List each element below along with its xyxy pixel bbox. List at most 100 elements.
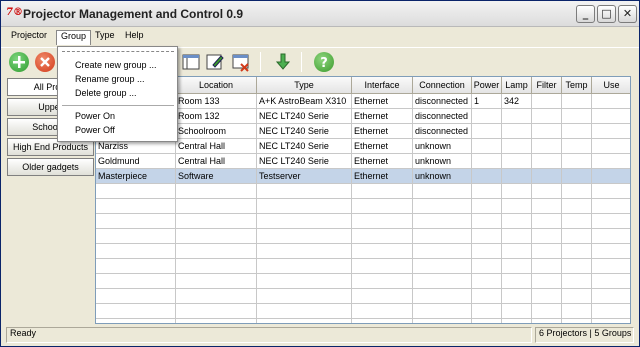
window-icon — [182, 54, 200, 70]
table-cell — [502, 184, 532, 199]
table-cell — [413, 274, 472, 289]
empty-table-row[interactable] — [96, 259, 630, 274]
table-cell — [96, 199, 176, 214]
table-cell — [592, 139, 630, 154]
menu-type[interactable]: Type — [91, 30, 119, 45]
maximize-button[interactable]: □ — [597, 5, 616, 23]
edit-projector-button[interactable] — [205, 52, 225, 72]
title-bar[interactable]: 7® Projector Management and Control 0.9 … — [1, 1, 639, 27]
table-cell: Software — [176, 169, 257, 184]
download-arrow-icon — [275, 53, 291, 70]
menu-item-rename-group[interactable]: Rename group ... — [58, 74, 177, 88]
table-cell — [257, 229, 352, 244]
menu-item-power-off[interactable]: Power Off — [58, 125, 177, 139]
menu-projector[interactable]: Projector — [7, 30, 51, 45]
window-title: Projector Management and Control 0.9 — [23, 7, 244, 21]
empty-table-row[interactable] — [96, 229, 630, 244]
empty-table-row[interactable] — [96, 274, 630, 289]
table-cell — [532, 109, 562, 124]
table-cell — [592, 94, 630, 109]
table-cell — [413, 304, 472, 319]
column-header[interactable]: Connection — [413, 77, 472, 94]
menu-item-power-on[interactable]: Power On — [58, 111, 177, 125]
table-cell — [96, 184, 176, 199]
table-cell — [532, 199, 562, 214]
edit-icon — [206, 54, 224, 70]
menu-group[interactable]: Group — [56, 30, 92, 45]
table-cell — [176, 184, 257, 199]
table-cell — [472, 169, 502, 184]
table-cell — [592, 304, 630, 319]
close-button[interactable]: ✕ — [618, 5, 637, 23]
table-cell — [502, 229, 532, 244]
column-header[interactable]: Temp — [562, 77, 592, 94]
delete-entry-button[interactable] — [231, 52, 251, 72]
column-header[interactable]: Lamp — [502, 77, 532, 94]
vertical-scrollbar[interactable] — [631, 76, 639, 324]
table-cell — [257, 274, 352, 289]
table-cell — [532, 214, 562, 229]
table-cell — [413, 199, 472, 214]
column-header[interactable]: Type — [257, 77, 352, 94]
table-cell — [532, 139, 562, 154]
table-cell — [352, 199, 413, 214]
table-cell — [472, 304, 502, 319]
table-cell — [352, 289, 413, 304]
empty-table-row[interactable] — [96, 244, 630, 259]
table-cell — [472, 109, 502, 124]
table-cell — [176, 259, 257, 274]
tear-off-line[interactable] — [62, 51, 174, 52]
table-cell — [176, 244, 257, 259]
table-cell: Testserver — [257, 169, 352, 184]
empty-table-row[interactable] — [96, 184, 630, 199]
table-cell — [562, 229, 592, 244]
table-cell — [502, 199, 532, 214]
menu-separator — [62, 105, 174, 106]
table-cell — [532, 289, 562, 304]
toolbar-separator — [260, 52, 261, 72]
table-cell — [562, 274, 592, 289]
table-cell: Ethernet — [352, 94, 413, 109]
table-cell — [413, 229, 472, 244]
details-view-button[interactable] — [181, 52, 201, 72]
column-header[interactable]: Filter — [532, 77, 562, 94]
table-cell: 1 — [472, 94, 502, 109]
remove-projector-button[interactable] — [35, 52, 55, 72]
table-cell — [592, 229, 630, 244]
table-cell — [592, 199, 630, 214]
minimize-button[interactable]: _ — [576, 5, 595, 23]
menu-help[interactable]: Help — [121, 30, 148, 45]
empty-table-row[interactable] — [96, 199, 630, 214]
column-header[interactable]: Interface — [352, 77, 413, 94]
menu-item-label: Delete group ... — [75, 88, 137, 98]
table-cell — [472, 244, 502, 259]
column-header[interactable]: Location — [176, 77, 257, 94]
table-cell: Room 132 — [176, 109, 257, 124]
group-tab-older-gadgets[interactable]: Older gadgets — [7, 158, 94, 176]
table-cell — [176, 229, 257, 244]
empty-table-row[interactable] — [96, 289, 630, 304]
menu-bar: Projector Group Type Help — [1, 28, 639, 46]
table-cell — [472, 139, 502, 154]
column-header[interactable]: Power — [472, 77, 502, 94]
help-button[interactable]: ? — [314, 52, 334, 72]
column-header[interactable]: Use — [592, 77, 630, 94]
menu-item-label: Power On — [75, 111, 116, 121]
add-projector-button[interactable] — [9, 52, 29, 72]
table-cell — [257, 289, 352, 304]
menu-item-delete-group[interactable]: Delete group ... — [58, 88, 177, 102]
table-cell: NEC LT240 Serie — [257, 154, 352, 169]
table-row[interactable]: Goldmund Central Hall NEC LT240 Serie Ether… — [96, 154, 630, 169]
table-cell: 342 — [502, 94, 532, 109]
menu-item-create-group[interactable]: Create new group ... — [58, 60, 177, 74]
table-row[interactable]: Masterpiece Software Testserver Ethernet unk… — [96, 169, 630, 184]
table-cell — [562, 169, 592, 184]
table-cell — [472, 259, 502, 274]
table-cell — [96, 274, 176, 289]
empty-table-row[interactable] — [96, 214, 630, 229]
download-button[interactable] — [273, 52, 293, 72]
table-cell — [472, 199, 502, 214]
empty-table-row[interactable] — [96, 304, 630, 319]
table-cell — [413, 259, 472, 274]
table-cell — [502, 124, 532, 139]
